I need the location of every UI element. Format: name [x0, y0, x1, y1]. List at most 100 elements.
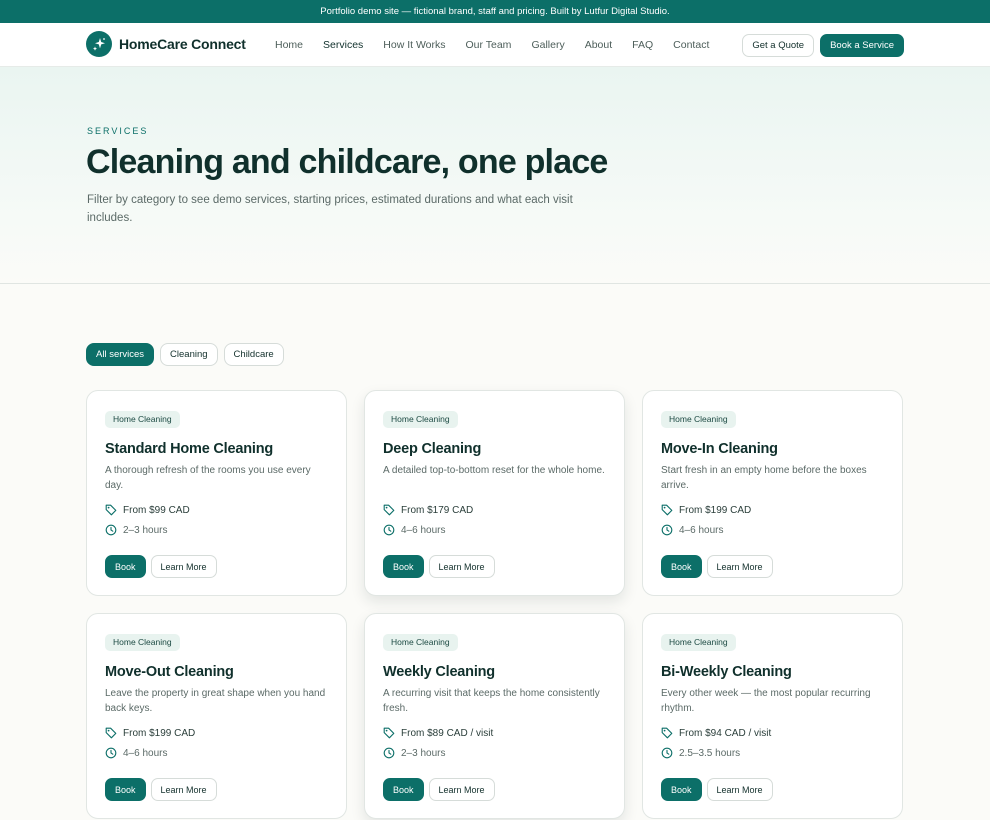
service-title: Weekly Cleaning [383, 664, 495, 680]
service-duration: 4–6 hours [105, 747, 328, 759]
service-price: From $199 CAD [661, 504, 884, 516]
price-tag-icon [661, 504, 673, 516]
brand-link[interactable]: HomeCare Connect [86, 31, 246, 57]
card-actions: Book Learn More [661, 555, 773, 578]
price-text: From $94 CAD / visit [679, 727, 772, 739]
duration-text: 2.5–3.5 hours [679, 747, 741, 759]
price-tag-icon [105, 727, 117, 739]
sparkle-icon [86, 31, 112, 57]
category-tag: Home Cleaning [105, 634, 180, 651]
brand-name: HomeCare Connect [119, 36, 246, 52]
service-card: Home Cleaning Deep Cleaning A detailed t… [364, 390, 625, 596]
book-button[interactable]: Book [661, 778, 702, 801]
demo-banner: Portfolio demo site — fictional brand, s… [0, 0, 990, 23]
learn-more-button[interactable]: Learn More [150, 778, 217, 801]
service-price: From $99 CAD [105, 504, 328, 516]
duration-text: 2–3 hours [123, 524, 168, 536]
site-header: HomeCare Connect Home Services How It Wo… [0, 23, 990, 67]
price-text: From $179 CAD [401, 504, 474, 516]
nav-contact[interactable]: Contact [663, 39, 719, 51]
category-filters: All services Cleaning Childcare [86, 343, 284, 366]
service-description: Start fresh in an empty home before the … [661, 465, 867, 491]
nav-our-team[interactable]: Our Team [456, 39, 522, 51]
hero-section: SERVICES Cleaning and childcare, one pla… [0, 67, 990, 284]
book-button[interactable]: Book [383, 555, 424, 578]
hero-eyebrow: SERVICES [87, 126, 149, 136]
service-duration: 2–3 hours [105, 524, 328, 536]
get-quote-button[interactable]: Get a Quote [742, 34, 815, 57]
nav-gallery[interactable]: Gallery [521, 39, 574, 51]
service-price: From $89 CAD / visit [383, 727, 606, 739]
nav-about[interactable]: About [575, 39, 622, 51]
duration-text: 2–3 hours [401, 747, 446, 759]
clock-icon [383, 524, 395, 536]
service-description: A thorough refresh of the rooms you use … [105, 465, 311, 491]
price-tag-icon [105, 504, 117, 516]
clock-icon [661, 524, 673, 536]
duration-text: 4–6 hours [679, 524, 724, 536]
clock-icon [661, 747, 673, 759]
category-tag: Home Cleaning [383, 411, 458, 428]
service-price: From $199 CAD [105, 727, 328, 739]
book-service-button[interactable]: Book a Service [820, 34, 904, 57]
book-button[interactable]: Book [105, 555, 146, 578]
price-text: From $89 CAD / visit [401, 727, 494, 739]
nav-home[interactable]: Home [265, 39, 313, 51]
service-description: A recurring visit that keeps the home co… [383, 688, 600, 714]
category-tag: Home Cleaning [661, 411, 736, 428]
service-description: Every other week — the most popular recu… [661, 688, 871, 714]
service-title: Bi-Weekly Cleaning [661, 664, 792, 680]
filter-cleaning[interactable]: Cleaning [160, 343, 218, 366]
duration-text: 4–6 hours [401, 524, 446, 536]
card-actions: Book Learn More [661, 778, 773, 801]
service-card: Home Cleaning Bi-Weekly Cleaning Every o… [642, 613, 903, 819]
filter-childcare[interactable]: Childcare [223, 343, 284, 366]
category-tag: Home Cleaning [105, 411, 180, 428]
clock-icon [105, 747, 117, 759]
service-description: Leave the property in great shape when y… [105, 688, 326, 714]
service-card: Home Cleaning Standard Home Cleaning A t… [86, 390, 347, 596]
category-tag: Home Cleaning [383, 634, 458, 651]
price-text: From $99 CAD [123, 504, 190, 516]
page-title: Cleaning and childcare, one place [86, 143, 608, 181]
learn-more-button[interactable]: Learn More [428, 778, 495, 801]
card-actions: Book Learn More [105, 778, 217, 801]
service-duration: 4–6 hours [661, 524, 884, 536]
service-description: A detailed top-to-bottom reset for the w… [383, 465, 605, 476]
demo-banner-text: Portfolio demo site — fictional brand, s… [320, 6, 670, 17]
nav-faq[interactable]: FAQ [622, 39, 663, 51]
service-duration: 4–6 hours [383, 524, 606, 536]
price-tag-icon [661, 727, 673, 739]
book-button[interactable]: Book [661, 555, 702, 578]
card-actions: Book Learn More [383, 778, 495, 801]
learn-more-button[interactable]: Learn More [428, 555, 495, 578]
filter-all-services[interactable]: All services [86, 343, 155, 366]
service-duration: 2–3 hours [383, 747, 606, 759]
main-nav: Home Services How It Works Our Team Gall… [265, 23, 719, 67]
nav-how-it-works[interactable]: How It Works [373, 39, 455, 51]
service-title: Move-In Cleaning [661, 441, 778, 457]
service-card: Home Cleaning Move-Out Cleaning Leave th… [86, 613, 347, 819]
book-button[interactable]: Book [105, 778, 146, 801]
service-price: From $94 CAD / visit [661, 727, 884, 739]
service-price: From $179 CAD [383, 504, 606, 516]
learn-more-button[interactable]: Learn More [706, 555, 773, 578]
price-tag-icon [383, 727, 395, 739]
service-card: Home Cleaning Weekly Cleaning A recurrin… [364, 613, 625, 819]
service-card: Home Cleaning Move-In Cleaning Start fre… [642, 390, 903, 596]
clock-icon [383, 747, 395, 759]
service-duration: 2.5–3.5 hours [661, 747, 884, 759]
category-tag: Home Cleaning [661, 634, 736, 651]
nav-services[interactable]: Services [313, 39, 373, 51]
card-actions: Book Learn More [105, 555, 217, 578]
card-actions: Book Learn More [383, 555, 495, 578]
learn-more-button[interactable]: Learn More [150, 555, 217, 578]
header-actions: Get a Quote Book a Service [742, 34, 904, 57]
learn-more-button[interactable]: Learn More [706, 778, 773, 801]
service-title: Standard Home Cleaning [105, 441, 274, 457]
price-text: From $199 CAD [123, 727, 196, 739]
clock-icon [105, 524, 117, 536]
service-title: Deep Cleaning [383, 441, 482, 457]
book-button[interactable]: Book [383, 778, 424, 801]
hero-subtitle: Filter by category to see demo services,… [87, 194, 573, 224]
